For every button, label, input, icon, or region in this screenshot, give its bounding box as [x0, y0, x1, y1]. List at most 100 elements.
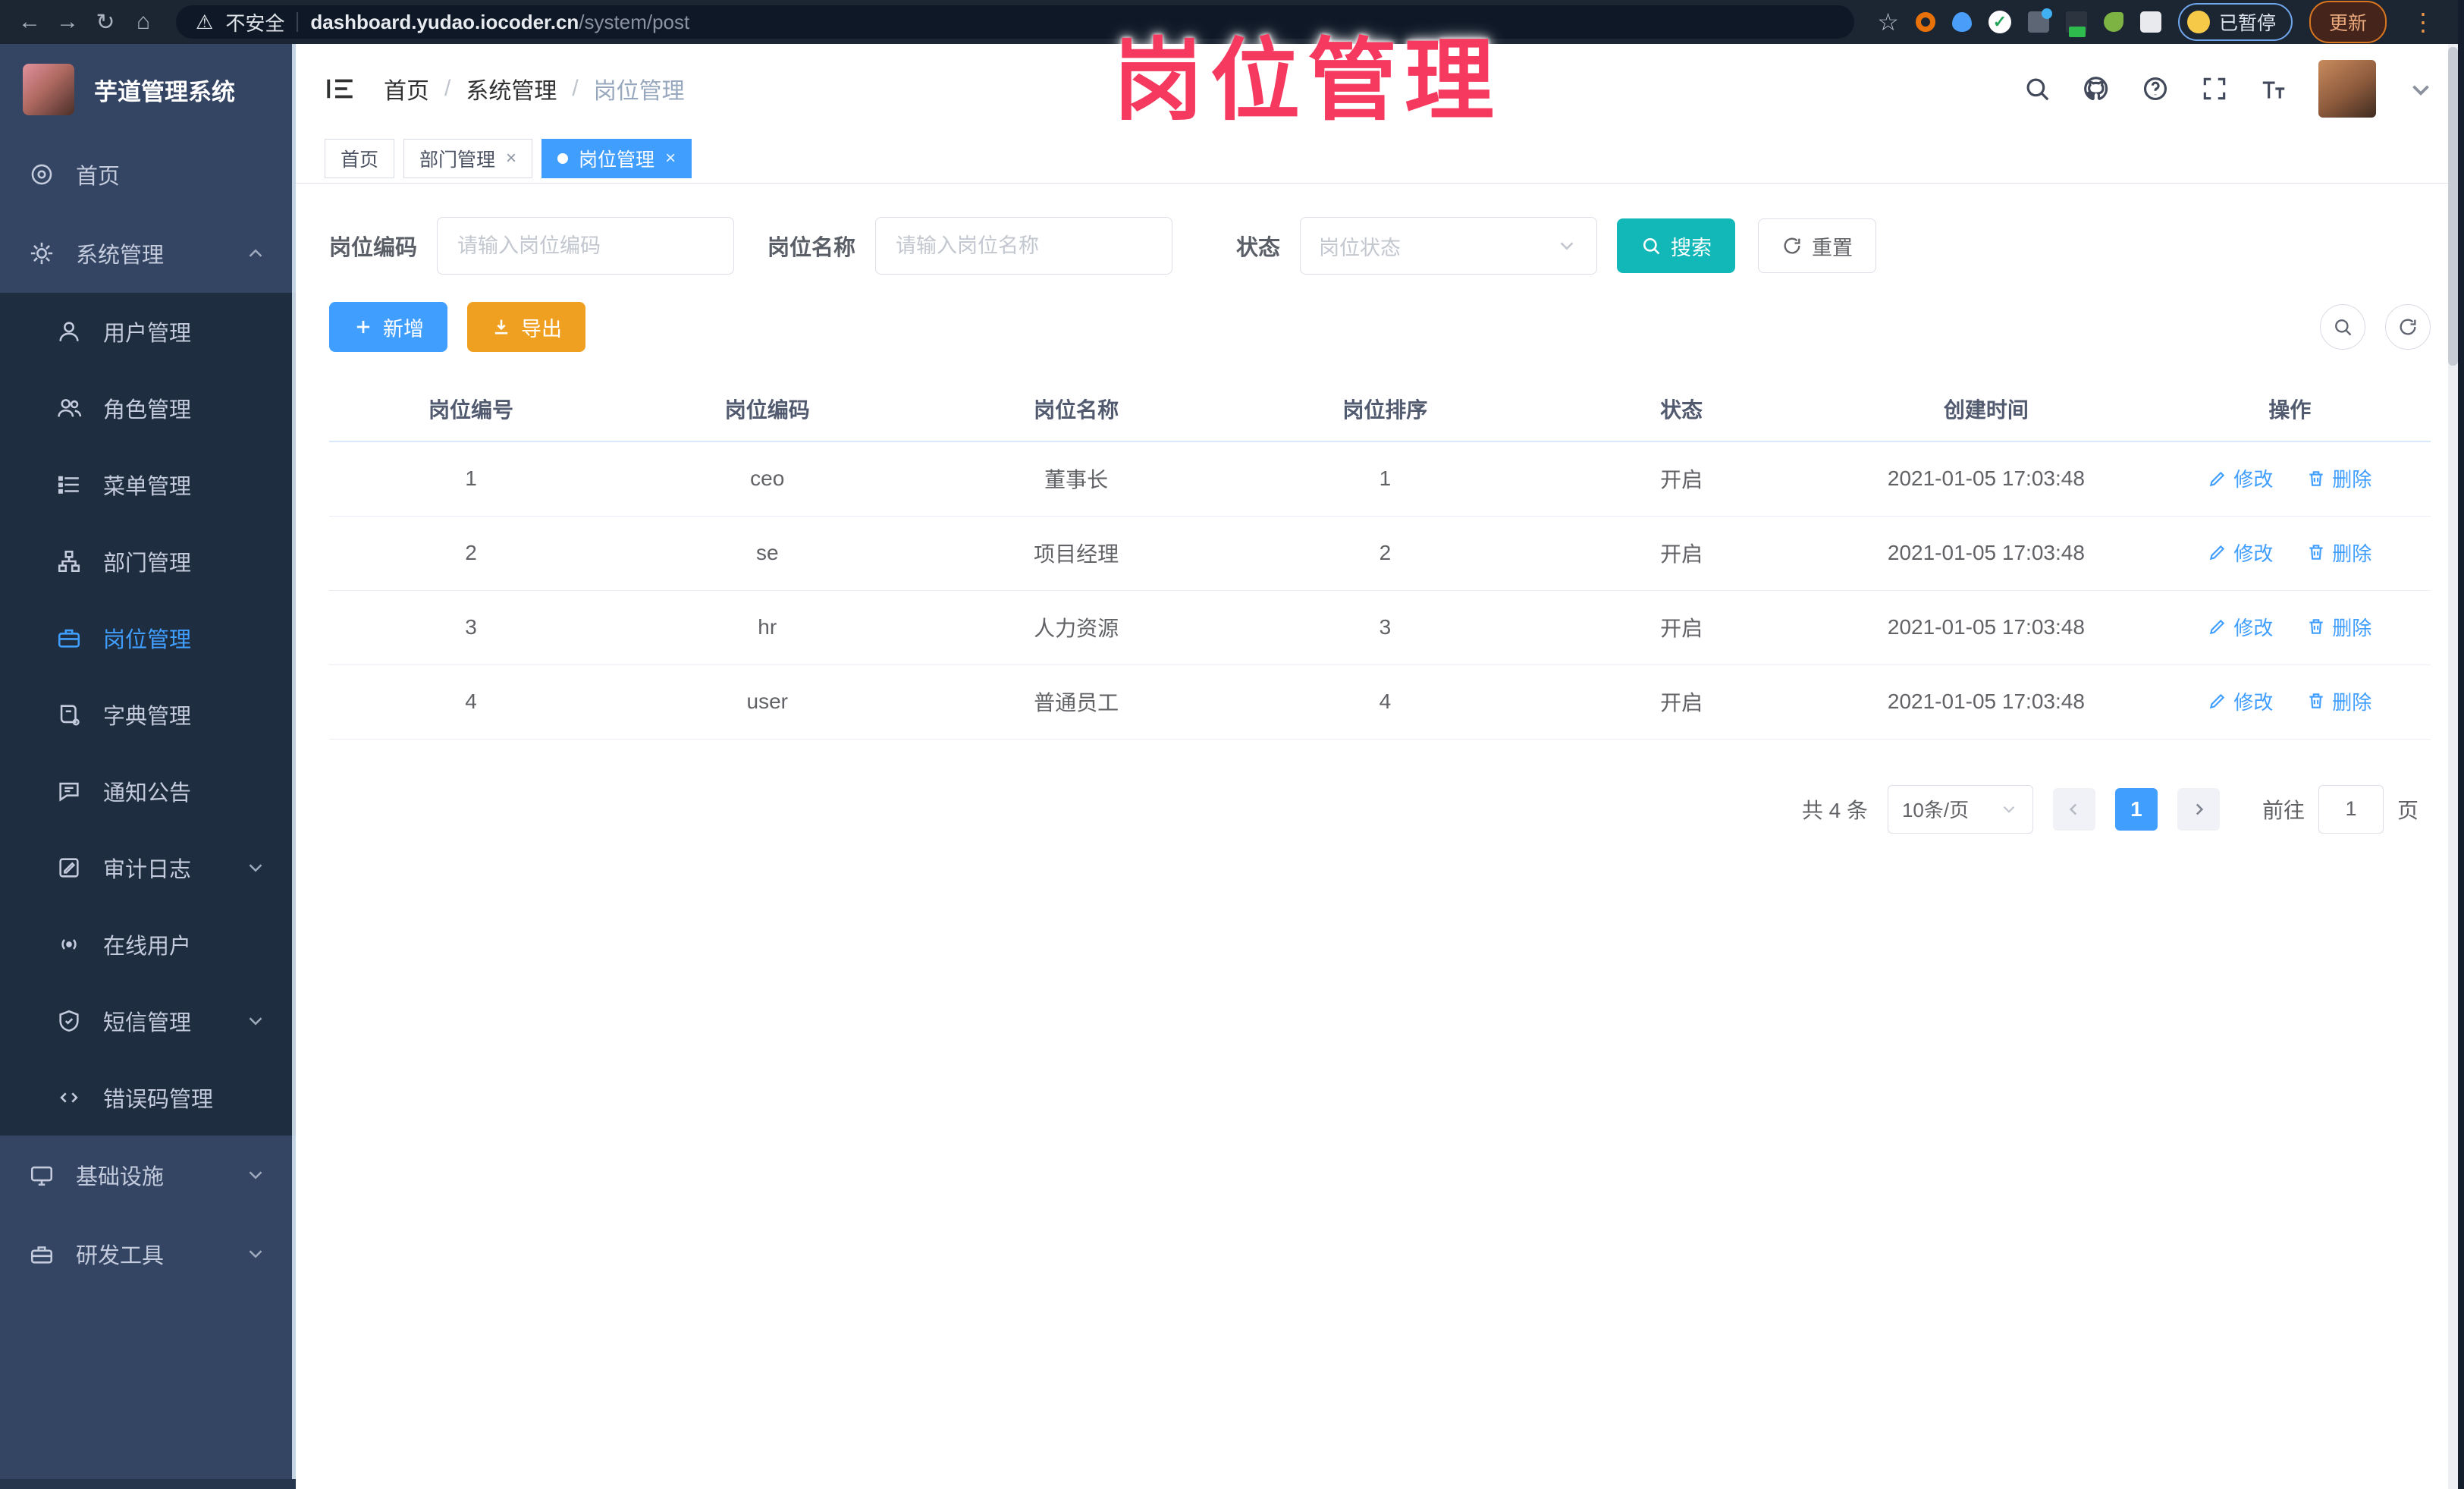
- reset-button[interactable]: 重置: [1758, 218, 1877, 273]
- sidebar-item-role-mgmt[interactable]: 角色管理: [0, 369, 296, 446]
- url-host: dashboard.yudao.iocoder.cn: [310, 10, 579, 33]
- sidebar-item-error-code[interactable]: 错误码管理: [0, 1059, 296, 1136]
- browser-reload-icon[interactable]: ↻: [88, 5, 123, 39]
- page-scrollbar[interactable]: [2448, 44, 2458, 1489]
- tab-post-mgmt[interactable]: 岗位管理 ×: [541, 138, 692, 178]
- search-icon[interactable]: [2023, 74, 2051, 103]
- cell-status: 开启: [1540, 516, 1824, 591]
- app-logo-row[interactable]: 芋道管理系统: [0, 44, 296, 135]
- extensions-puzzle-icon[interactable]: [2139, 11, 2161, 33]
- sidebar-item-online-users[interactable]: 在线用户: [0, 906, 296, 982]
- sidebar-item-audit-log[interactable]: 审计日志: [0, 829, 296, 906]
- post-name-input[interactable]: [875, 217, 1173, 275]
- edit-link[interactable]: 修改: [2208, 687, 2273, 715]
- tab-dept-mgmt[interactable]: 部门管理 ×: [403, 138, 533, 178]
- bookmark-star-icon[interactable]: ☆: [1877, 8, 1899, 36]
- table-header-row: 岗位编号 岗位编码 岗位名称 岗位排序 状态 创建时间 操作: [329, 376, 2431, 442]
- sidebar-item-label: 通知公告: [103, 781, 192, 806]
- browser-update-button[interactable]: 更新: [2309, 1, 2387, 43]
- github-icon[interactable]: [2082, 74, 2111, 103]
- close-icon[interactable]: ×: [665, 149, 676, 168]
- sidebar-scrollbar-vertical[interactable]: [292, 44, 296, 1489]
- page-number-button[interactable]: 1: [2114, 787, 2158, 831]
- chevron-down-icon: [249, 1016, 262, 1026]
- status-select[interactable]: 岗位状态: [1300, 217, 1598, 275]
- add-button[interactable]: 新增: [329, 302, 447, 352]
- help-icon[interactable]: [2141, 74, 2170, 103]
- not-secure-warning-icon[interactable]: ⚠: [196, 11, 213, 34]
- cell-post-id: 4: [329, 664, 614, 740]
- post-code-label: 岗位编码: [329, 236, 418, 260]
- chevron-down-icon: [1560, 242, 1574, 250]
- delete-link[interactable]: 删除: [2306, 539, 2371, 567]
- breadcrumb-home[interactable]: 首页: [384, 72, 429, 105]
- user-avatar[interactable]: [2318, 60, 2376, 118]
- sidebar-item-infrastructure[interactable]: 基础设施: [0, 1136, 296, 1214]
- paused-extension-badge[interactable]: 已暂停: [2177, 3, 2293, 41]
- ext-gtr-badge-icon[interactable]: [2065, 11, 2087, 37]
- fullscreen-icon[interactable]: [2200, 74, 2229, 103]
- scrollbar-thumb[interactable]: [2448, 47, 2458, 366]
- post-code-input[interactable]: [437, 217, 735, 275]
- sidebar-item-post-mgmt[interactable]: 岗位管理: [0, 599, 296, 676]
- sidebar-item-system[interactable]: 系统管理: [0, 214, 296, 293]
- col-post-code: 岗位编码: [613, 376, 922, 442]
- ext-green-check-icon[interactable]: ✓: [1988, 11, 2011, 33]
- not-secure-label[interactable]: 不安全: [225, 8, 284, 36]
- breadcrumb-system[interactable]: 系统管理: [466, 72, 557, 105]
- browser-back-icon[interactable]: ←: [12, 5, 47, 39]
- status-select-placeholder: 岗位状态: [1319, 236, 1401, 259]
- ext-blue-drop-icon[interactable]: [1951, 12, 1972, 32]
- font-size-icon[interactable]: [2259, 74, 2288, 103]
- status-label: 状态: [1236, 236, 1281, 260]
- edit-link[interactable]: 修改: [2208, 464, 2273, 492]
- close-icon[interactable]: ×: [506, 149, 516, 168]
- table-row: 1 ceo 董事长 1 开启 2021-01-05 17:03:48 修改 删除: [329, 441, 2431, 517]
- smiley-emoji-icon: [2186, 11, 2210, 33]
- toggle-search-button[interactable]: [2320, 304, 2365, 350]
- sidebar-scrollbar-horizontal[interactable]: [0, 1479, 296, 1489]
- refresh-icon: [1784, 237, 1800, 254]
- sidebar-item-home[interactable]: 首页: [0, 135, 296, 214]
- edit-link[interactable]: 修改: [2208, 613, 2273, 641]
- search-button[interactable]: 搜索: [1617, 218, 1736, 273]
- main-panel: 首页 / 系统管理 / 岗位管理 首页 部门管理 × 岗位管理 × 岗位编码 请…: [296, 44, 2464, 1489]
- address-bar[interactable]: ⚠ 不安全 dashboard.yudao.iocoder.cn/system/…: [176, 5, 1855, 39]
- next-page-button[interactable]: [2177, 787, 2220, 831]
- ext-orange-ring-icon[interactable]: [1915, 12, 1935, 32]
- avatar-caret-down-icon[interactable]: [2406, 74, 2435, 103]
- gear-icon: [30, 242, 53, 265]
- ext-window-badge-icon[interactable]: [2027, 8, 2052, 33]
- browser-home-icon[interactable]: ⌂: [126, 5, 161, 39]
- sidebar-item-menu-mgmt[interactable]: 菜单管理: [0, 446, 296, 523]
- sidebar-item-dept-mgmt[interactable]: 部门管理: [0, 523, 296, 599]
- edit-link[interactable]: 修改: [2208, 539, 2273, 567]
- collapse-sidebar-icon[interactable]: [325, 73, 356, 105]
- ext-leaf-icon[interactable]: [2103, 12, 2123, 32]
- post-name-label: 岗位名称: [767, 236, 856, 260]
- page-content: 岗位编码 岗位名称 状态 岗位状态 搜索 重置: [296, 184, 2464, 834]
- org-tree-icon: [58, 550, 80, 572]
- sidebar-item-notice[interactable]: 通知公告: [0, 752, 296, 829]
- delete-link[interactable]: 删除: [2306, 464, 2371, 492]
- prev-page-button[interactable]: [2052, 787, 2095, 831]
- url-text[interactable]: dashboard.yudao.iocoder.cn/system/post: [310, 11, 689, 34]
- export-button[interactable]: 导出: [467, 302, 585, 352]
- delete-link[interactable]: 删除: [2306, 613, 2371, 641]
- page-size-select[interactable]: 10条/页: [1887, 784, 2033, 834]
- sidebar-item-user-mgmt[interactable]: 用户管理: [0, 293, 296, 369]
- browser-forward-icon[interactable]: →: [50, 5, 85, 39]
- browser-menu-icon[interactable]: ⋮: [2403, 8, 2444, 36]
- tab-home[interactable]: 首页: [325, 138, 395, 178]
- goto-label: 前往: [2262, 798, 2305, 822]
- refresh-table-button[interactable]: [2385, 304, 2431, 350]
- briefcase-icon: [58, 629, 80, 648]
- delete-link[interactable]: 删除: [2306, 687, 2371, 715]
- sidebar-item-dict-mgmt[interactable]: 字典管理: [0, 676, 296, 752]
- sidebar-item-sms-mgmt[interactable]: 短信管理: [0, 982, 296, 1059]
- col-post-name: 岗位名称: [921, 376, 1231, 442]
- sidebar-item-label: 错误码管理: [103, 1087, 214, 1112]
- goto-page-input[interactable]: [2318, 784, 2384, 834]
- sidebar-item-devtools[interactable]: 研发工具: [0, 1214, 296, 1293]
- sidebar-item-label: 审计日志: [103, 857, 192, 882]
